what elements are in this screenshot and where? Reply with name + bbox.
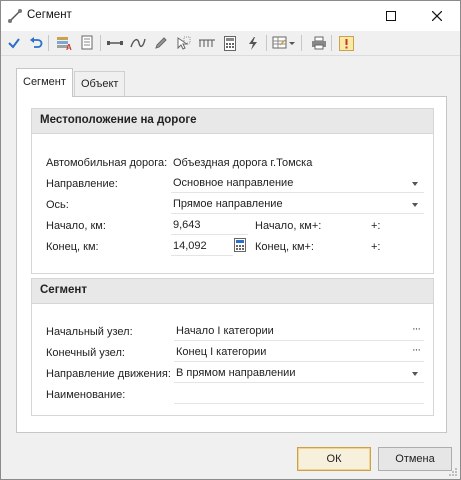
resize-grip-icon[interactable] <box>448 467 458 477</box>
end-km-field[interactable]: 14,092 <box>171 238 233 256</box>
calculator-icon[interactable] <box>220 33 240 53</box>
direction-label: Направление: <box>46 178 118 190</box>
start-node-value: Начало I категории <box>176 325 274 337</box>
axis-label: Ось: <box>46 199 69 211</box>
location-group: Местоположение на дороге Автомобильная д… <box>31 108 434 274</box>
axis-select[interactable]: Прямое направление <box>171 196 424 214</box>
chevron-down-icon <box>412 182 418 186</box>
toolbar-separator <box>266 35 267 51</box>
end-node-label: Конечный узел: <box>46 347 125 359</box>
pencil-icon[interactable] <box>151 33 171 53</box>
title-bar[interactable]: Сегмент <box>1 1 460 31</box>
undo-icon[interactable] <box>26 33 46 53</box>
document-icon[interactable] <box>77 33 97 53</box>
end-kmplus-value[interactable]: +: <box>371 241 380 253</box>
name-label: Наименование: <box>46 389 126 401</box>
chevron-down-icon <box>412 372 418 376</box>
ellipsis-button[interactable]: ··· <box>412 344 421 356</box>
direction-select[interactable]: Основное направление <box>171 175 424 193</box>
move-direction-select[interactable]: В прямом направлении <box>174 365 424 383</box>
start-node-label: Начальный узел: <box>46 326 133 338</box>
toolbar-separator <box>100 35 101 51</box>
ellipsis-button[interactable]: ··· <box>412 323 421 335</box>
start-km-value: 9,643 <box>173 219 201 231</box>
measure-ticks-icon[interactable] <box>197 33 217 53</box>
table-dropdown-icon[interactable] <box>271 33 297 53</box>
maximize-button[interactable] <box>368 1 414 31</box>
select-arrow-icon[interactable] <box>173 33 193 53</box>
segment-dialog: Сегмент A Сегмент Объект Местоположение … <box>0 0 461 480</box>
start-node-field[interactable]: Начало I категории ··· <box>174 323 424 341</box>
segment-group: Сегмент Начальный узел: Начало I категор… <box>31 278 434 416</box>
move-direction-label: Направление движения: <box>46 368 171 380</box>
road-value: Объездная дорога г.Томска <box>173 157 313 169</box>
printer-icon[interactable] <box>309 33 329 53</box>
location-group-header: Местоположение на дороге <box>32 109 433 134</box>
end-node-value: Конец I категории <box>176 346 267 358</box>
window-title: Сегмент <box>27 9 72 21</box>
warning-icon[interactable] <box>336 33 356 53</box>
end-kmplus-label: Конец, км+: <box>255 241 314 253</box>
start-km-label: Начало, км: <box>46 220 106 232</box>
tab-segment[interactable]: Сегмент <box>16 68 73 97</box>
svg-text:A: A <box>66 43 72 51</box>
ok-button[interactable]: ОК <box>297 447 371 471</box>
location-group-title: Местоположение на дороге <box>40 114 197 126</box>
segment-group-header: Сегмент <box>32 279 433 304</box>
end-node-field[interactable]: Конец I категории ··· <box>174 344 424 362</box>
toolbar: A <box>1 31 460 56</box>
start-kmplus-value[interactable]: +: <box>371 220 380 232</box>
direction-select-value: Основное направление <box>173 177 294 189</box>
ruler-icon[interactable] <box>105 33 125 53</box>
check-icon[interactable] <box>4 33 24 53</box>
end-km-value: 14,092 <box>173 240 207 252</box>
road-label: Автомобильная дорога: <box>46 157 168 169</box>
tab-object[interactable]: Объект <box>74 71 126 96</box>
cancel-button[interactable]: Отмена <box>378 447 452 471</box>
segment-group-title: Сегмент <box>40 284 87 296</box>
calculator-icon[interactable] <box>233 238 247 252</box>
toolbar-separator <box>331 35 332 51</box>
end-km-label: Конец, км: <box>46 241 99 253</box>
start-km-field[interactable]: 9,643 <box>171 217 248 235</box>
toolbar-separator <box>48 35 49 51</box>
move-direction-value: В прямом направлении <box>176 367 296 379</box>
toolbar-separator <box>301 35 302 51</box>
chevron-down-icon <box>412 203 418 207</box>
close-button[interactable] <box>414 1 460 31</box>
axis-select-value: Прямое направление <box>173 198 283 210</box>
tab-panel-segment: Местоположение на дороге Автомобильная д… <box>16 96 447 433</box>
curve-icon[interactable] <box>128 33 148 53</box>
start-kmplus-label: Начало, км+: <box>255 220 322 232</box>
layers-text-icon[interactable]: A <box>54 33 74 53</box>
segment-app-icon <box>7 8 23 24</box>
name-input[interactable] <box>174 386 424 404</box>
lightning-icon[interactable] <box>243 33 263 53</box>
